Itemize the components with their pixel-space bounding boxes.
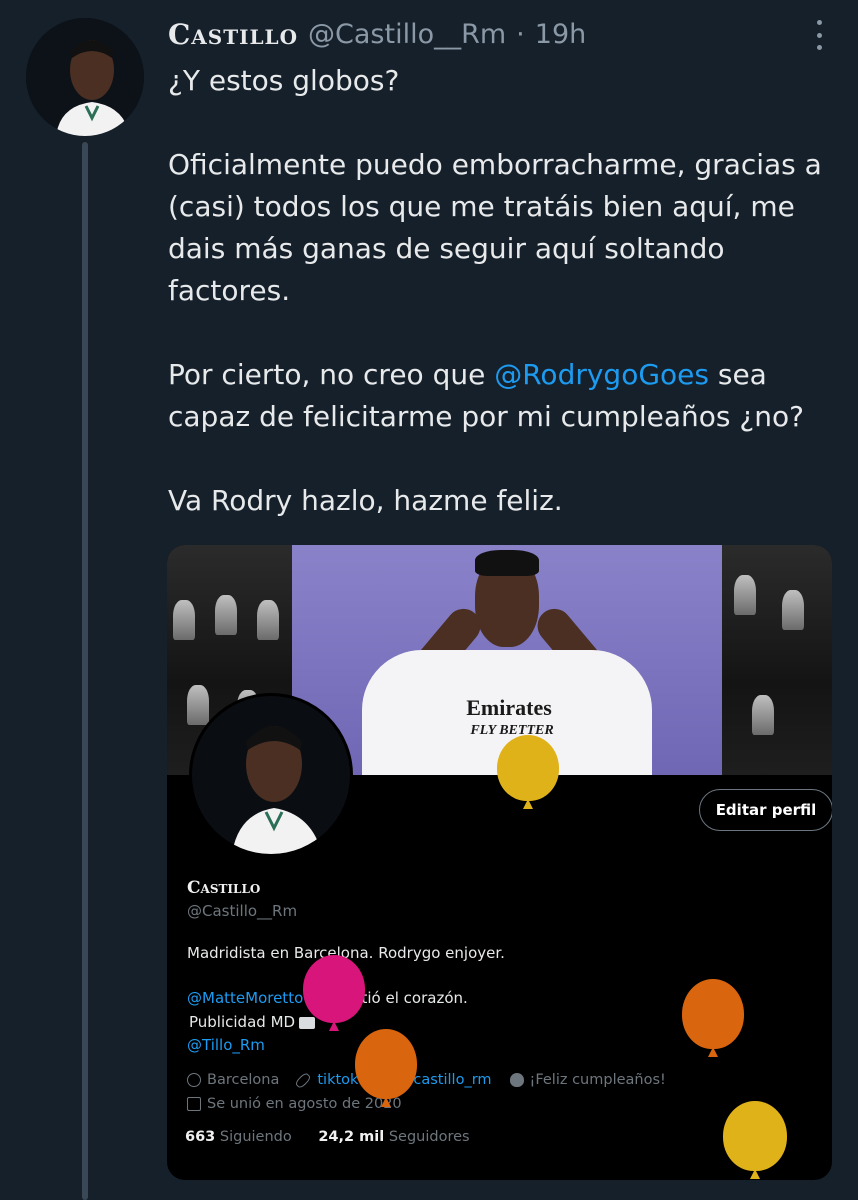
calendar-icon (187, 1097, 201, 1111)
profile-bio-line: Publicidad MD (189, 1013, 316, 1031)
balloon-decoration (497, 735, 559, 801)
shirt-sponsor-subtext: FLY BETTER (470, 723, 554, 738)
tweet-paragraph: Por cierto, no creo que @RodrygoGoes sea… (168, 354, 838, 438)
more-dot (816, 45, 822, 50)
thread-line (82, 142, 88, 1200)
following-label: Siguiendo (219, 1129, 292, 1145)
avatar-photo (26, 18, 144, 136)
author-avatar[interactable] (26, 18, 144, 136)
balloon-icon (509, 1073, 524, 1087)
link-icon (294, 1071, 313, 1089)
more-dot (816, 20, 822, 25)
trophy-icon (187, 685, 209, 725)
bio-text: Publicidad MD (189, 1013, 296, 1031)
tweet-paragraph: ¿Y estos globos? (168, 64, 400, 97)
profile-location: Barcelona (207, 1072, 280, 1088)
trophy-icon (173, 600, 195, 640)
trophy-icon (215, 595, 237, 635)
followers-stat[interactable]: 24,2 mil Seguidores (318, 1129, 469, 1145)
profile-handle: @Castillo__Rm (187, 902, 298, 920)
profile-meta-row: Barcelona tiktok.com/@castillo_rm ¡Feliz… (187, 1071, 666, 1089)
profile-avatar-photo (192, 696, 350, 854)
balloon-decoration (355, 1029, 417, 1099)
bio-mention-link[interactable]: @MatteMoretto (187, 989, 303, 1007)
shirt-sponsor-text: Emirates (466, 695, 552, 720)
profile-avatar (189, 693, 353, 857)
author-display-name[interactable]: Castillo (168, 18, 298, 51)
following-count: 663 (185, 1129, 216, 1145)
following-stat[interactable]: 663 Siguiendo (185, 1129, 292, 1145)
paragraph-text: Por cierto, no creo que (168, 358, 495, 391)
profile-name: Castillo (187, 878, 261, 898)
envelope-icon (299, 1016, 316, 1029)
location-pin-icon (187, 1073, 201, 1087)
profile-birthday: ¡Feliz cumpleaños! (529, 1072, 666, 1088)
player-hair (475, 550, 539, 576)
banner-player-photo: Emirates FLY BETTER (292, 545, 722, 775)
balloon-decoration (723, 1101, 787, 1171)
separator-dot: · (516, 18, 525, 50)
trophy-icon (752, 695, 774, 735)
edit-profile-button[interactable]: Editar perfil (699, 789, 832, 831)
more-options-icon[interactable] (814, 20, 824, 50)
bio-link[interactable]: @Tillo_Rm (187, 1036, 265, 1054)
banner-trophies-right (722, 545, 832, 775)
mention-link[interactable]: @RodrygoGoes (494, 358, 709, 391)
trophy-icon (257, 600, 279, 640)
profile-stats: 663 Siguiendo 24,2 mil Seguidores (185, 1129, 470, 1145)
balloon-decoration (303, 955, 365, 1023)
tweet-media-image[interactable]: Emirates FLY BETTER Editar perfil Castil… (167, 545, 832, 1180)
balloon-decoration (682, 979, 744, 1049)
profile-joined: Se unió en agosto de 2020 (207, 1096, 402, 1112)
profile-meta-row: Se unió en agosto de 2020 (187, 1096, 402, 1112)
tweet-header: Castillo @Castillo__Rm · 19h (168, 14, 586, 54)
tweet-paragraph: Oficialmente puedo emborracharme, gracia… (168, 148, 822, 307)
more-dot (816, 32, 822, 38)
followers-label: Seguidores (388, 1129, 470, 1145)
author-handle[interactable]: @Castillo__Rm (308, 19, 506, 50)
tweet-text: ¿Y estos globos? Oficialmente puedo embo… (168, 60, 838, 522)
trophy-icon (734, 575, 756, 615)
tweet-paragraph: Va Rodry hazlo, hazme feliz. (168, 484, 563, 517)
trophy-icon (782, 590, 804, 630)
followers-count: 24,2 mil (318, 1129, 385, 1145)
tweet-time[interactable]: 19h (535, 19, 586, 50)
